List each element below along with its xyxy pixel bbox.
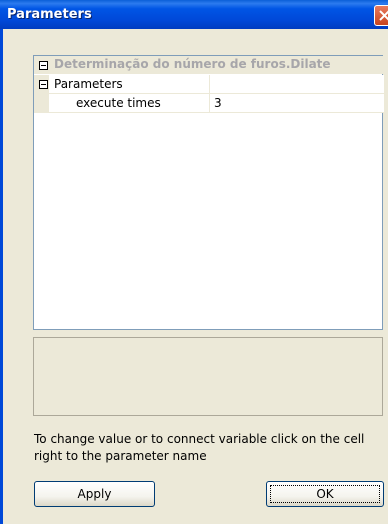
title-bar[interactable]: Parameters [0, 0, 388, 29]
column-divider [209, 75, 210, 93]
row-separator [34, 112, 384, 113]
window-title: Parameters [7, 7, 92, 22]
group-label: Parameters [54, 77, 123, 91]
window-frame [0, 29, 3, 524]
close-button[interactable] [374, 5, 388, 26]
property-name: execute times [76, 96, 161, 110]
property-value[interactable]: 3 [214, 96, 222, 110]
property-row[interactable]: execute times 3 [34, 94, 384, 112]
ok-button[interactable]: OK [266, 481, 384, 507]
property-grid[interactable]: Determinação do número de furos.Dilate P… [33, 55, 384, 330]
ok-label: OK [316, 487, 334, 501]
row-gutter [34, 94, 49, 112]
close-icon [379, 10, 388, 21]
description-panel [33, 337, 383, 416]
collapse-icon[interactable] [39, 80, 48, 89]
group-row[interactable]: Parameters [34, 75, 384, 93]
apply-button[interactable]: Apply [34, 481, 155, 507]
collapse-icon[interactable] [39, 61, 48, 70]
column-divider [209, 94, 210, 112]
hint-text: To change value or to connect variable c… [34, 432, 365, 463]
category-label: Determinação do número de furos.Dilate [54, 57, 331, 71]
category-row[interactable]: Determinação do número de furos.Dilate [34, 56, 384, 74]
